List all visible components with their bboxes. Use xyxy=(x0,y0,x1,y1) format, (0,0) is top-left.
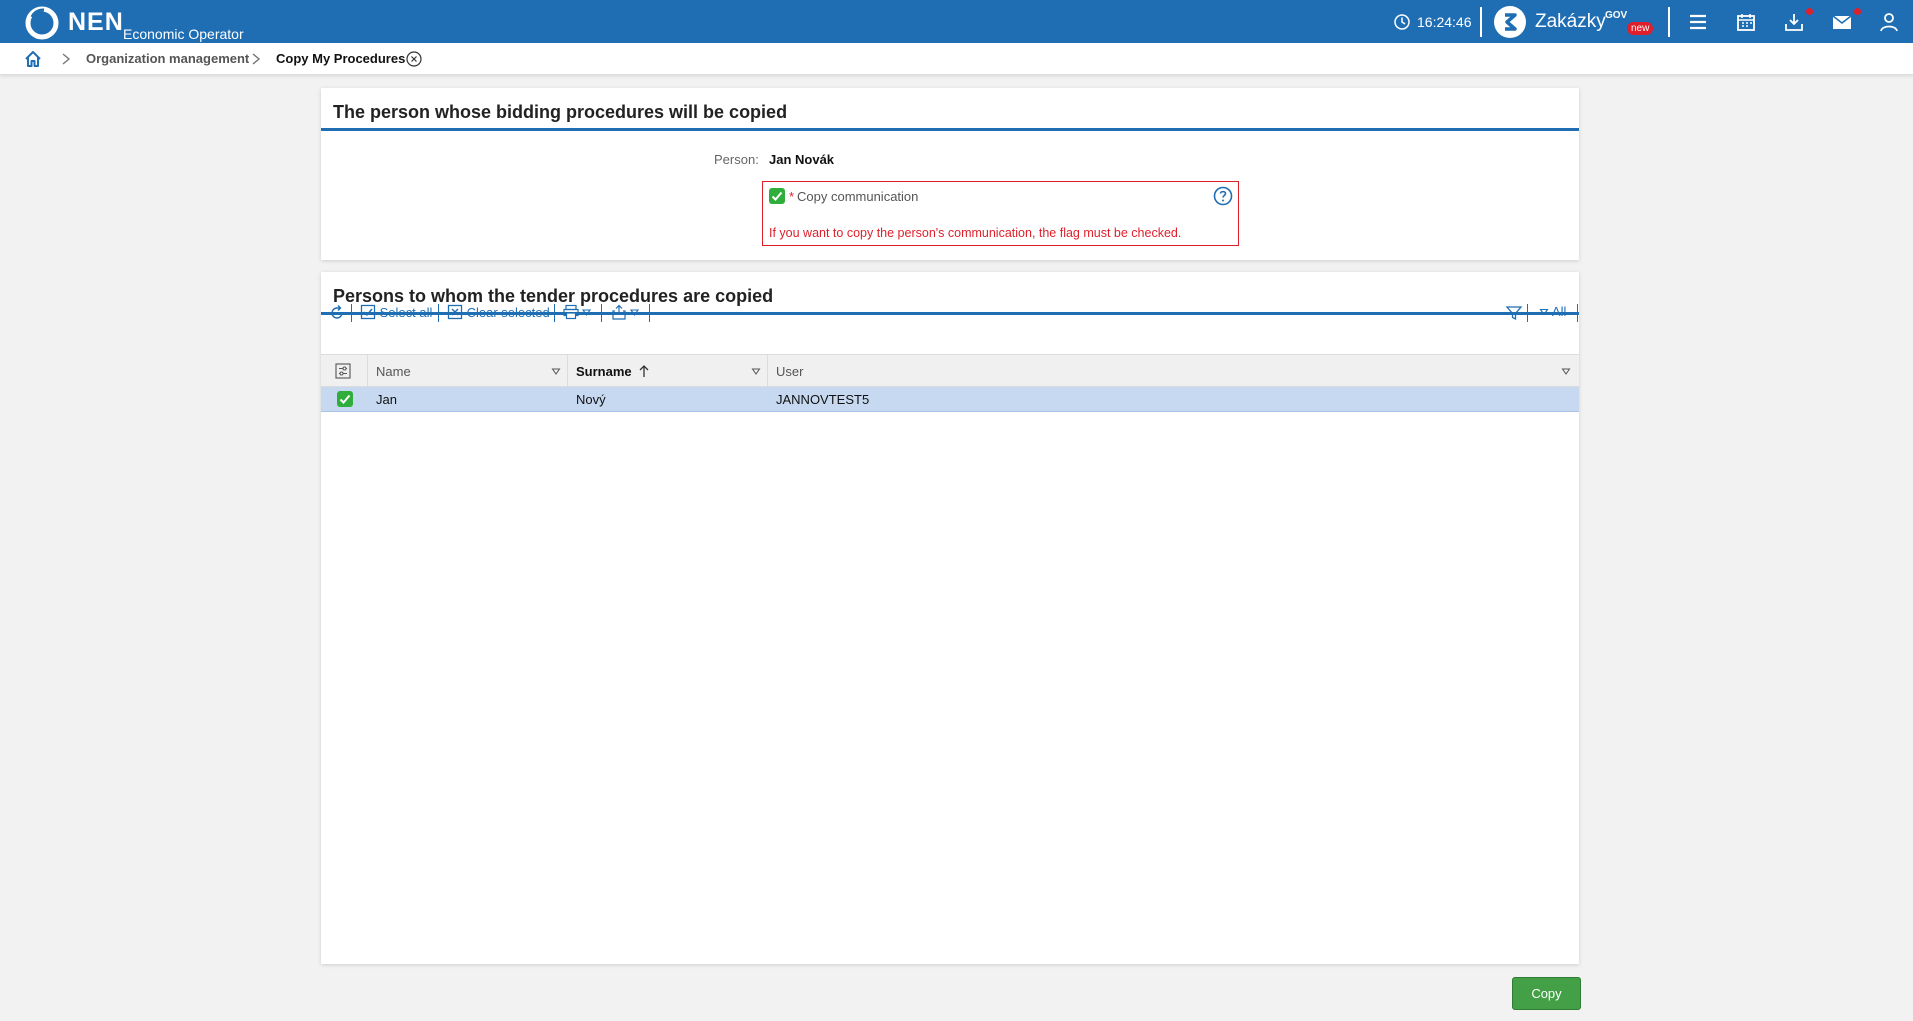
brand-subtitle: Economic Operator xyxy=(123,26,244,42)
column-name-label: Name xyxy=(376,364,411,379)
close-tab-icon[interactable] xyxy=(406,51,422,67)
new-badge: new xyxy=(1627,22,1654,35)
row-checkbox[interactable] xyxy=(337,391,353,407)
toolbar-divider xyxy=(351,304,352,322)
required-marker: * xyxy=(789,189,795,204)
sort-ascending-icon xyxy=(639,365,649,377)
select-all-icon xyxy=(360,304,376,320)
filter-all-label: All xyxy=(1551,304,1567,319)
cell-surname: Nový xyxy=(576,392,606,407)
chevron-right-icon xyxy=(252,53,261,65)
help-icon[interactable] xyxy=(1213,186,1233,206)
download-icon[interactable] xyxy=(1782,10,1806,34)
top-bar: NEN Economic Operator 16:24:46 Zakázky G… xyxy=(0,0,1913,43)
filter-icon[interactable] xyxy=(1505,304,1523,322)
toolbar-divider xyxy=(649,304,650,322)
cell-name: Jan xyxy=(376,392,397,407)
column-filter-icon[interactable] xyxy=(751,355,761,388)
select-all-button[interactable]: Select all xyxy=(360,304,432,322)
chevron-right-icon xyxy=(62,53,71,65)
person-label: Person: xyxy=(714,152,759,167)
notification-dot xyxy=(1854,8,1861,15)
export-menu-button[interactable] xyxy=(611,304,641,322)
panel-title: The person whose bidding procedures will… xyxy=(333,102,788,122)
toolbar-divider xyxy=(438,304,439,322)
column-header-user[interactable]: User xyxy=(767,355,1579,388)
export-icon xyxy=(612,304,640,320)
breadcrumb-current: Copy My Procedures xyxy=(276,51,406,66)
notification-dot xyxy=(1806,8,1813,15)
filter-all-dropdown[interactable]: All xyxy=(1539,304,1566,322)
checkmark-icon xyxy=(771,191,783,201)
clear-selected-label: Clear selected xyxy=(466,305,550,320)
select-all-label: Select all xyxy=(379,305,433,320)
copy-communication-checkbox[interactable] xyxy=(769,188,785,204)
column-user-label: User xyxy=(776,364,804,379)
brand-name: NEN xyxy=(68,8,124,36)
menu-icon[interactable] xyxy=(1686,10,1710,34)
target-persons-panel: Persons to whom the tender procedures ar… xyxy=(321,272,1579,964)
divider xyxy=(1480,7,1482,37)
toolbar-divider xyxy=(1577,304,1578,322)
clear-selected-icon xyxy=(447,304,463,320)
column-header-surname[interactable]: Surname xyxy=(567,355,767,388)
zakazky-logo-icon[interactable] xyxy=(1494,6,1526,38)
clear-selected-button[interactable]: Clear selected xyxy=(447,304,550,322)
user-icon[interactable] xyxy=(1877,10,1901,34)
column-settings-icon[interactable] xyxy=(335,363,351,379)
copy-communication-label[interactable]: Copy communication xyxy=(797,189,918,204)
print-icon xyxy=(563,304,592,320)
dropdown-triangle-icon xyxy=(1539,308,1549,316)
zakazky-link[interactable]: Zakázky xyxy=(1535,11,1606,33)
column-header-name[interactable]: Name xyxy=(367,355,567,388)
grid-header: Name Surname User xyxy=(321,354,1579,388)
column-surname-label: Surname xyxy=(576,364,632,379)
cell-user: JANNOVTEST5 xyxy=(776,392,870,407)
column-filter-icon[interactable] xyxy=(551,355,561,388)
validation-error: If you want to copy the person's communi… xyxy=(769,226,1182,240)
breadcrumb-organization-management[interactable]: Organization management xyxy=(86,51,249,66)
copy-communication-group: * Copy communication If you want to copy… xyxy=(762,181,1239,246)
zakazky-gov-label: GOV xyxy=(1605,10,1628,21)
table-row[interactable]: Jan Nový JANNOVTEST5 xyxy=(321,387,1579,412)
session-time: 16:24:46 xyxy=(1417,14,1472,30)
home-icon[interactable] xyxy=(24,50,42,68)
divider xyxy=(1668,7,1670,37)
breadcrumb: Organization management Copy My Procedur… xyxy=(0,43,1913,75)
print-menu-button[interactable] xyxy=(563,304,593,322)
person-value: Jan Novák xyxy=(769,152,835,167)
mail-icon[interactable] xyxy=(1830,10,1854,34)
column-filter-icon[interactable] xyxy=(1561,355,1571,388)
calendar-icon[interactable] xyxy=(1734,10,1758,34)
source-person-panel: The person whose bidding procedures will… xyxy=(321,88,1579,260)
toolbar-divider xyxy=(1527,304,1528,322)
checkmark-icon xyxy=(339,394,351,404)
refresh-icon[interactable] xyxy=(328,304,346,322)
panel-title-rule xyxy=(321,128,1579,131)
clock-icon xyxy=(1394,14,1410,30)
toolbar-divider xyxy=(601,304,602,322)
toolbar-divider xyxy=(554,304,555,322)
nen-logo-icon[interactable] xyxy=(24,5,60,41)
copy-button[interactable]: Copy xyxy=(1512,977,1581,1010)
